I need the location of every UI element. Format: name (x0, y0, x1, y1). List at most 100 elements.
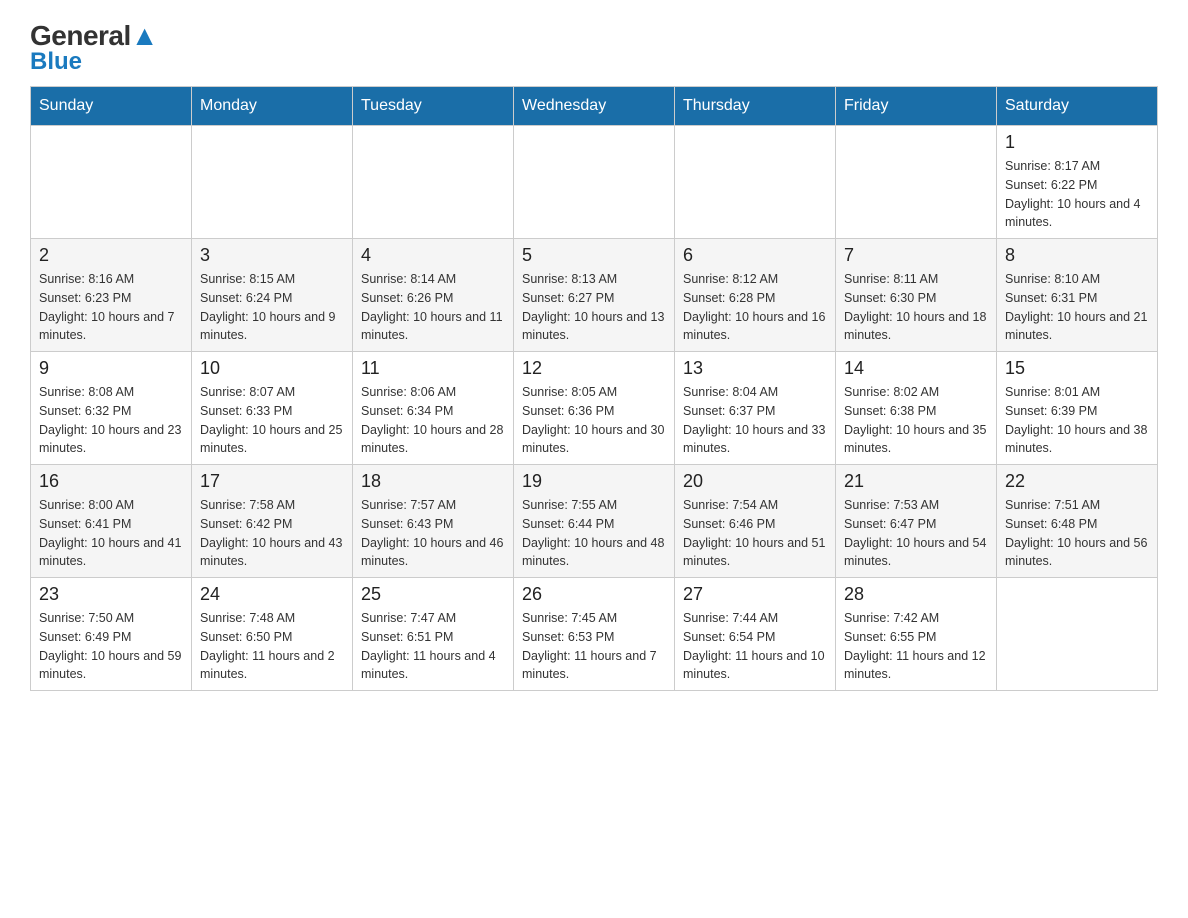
calendar-cell: 24 Sunrise: 7:48 AM Sunset: 6:50 PM Dayli… (192, 578, 353, 691)
day-number: 15 (1005, 358, 1149, 379)
page-header: General▲ Blue (30, 20, 1158, 76)
weekday-header-thursday: Thursday (675, 87, 836, 126)
day-info: Sunrise: 8:16 AM Sunset: 6:23 PM Dayligh… (39, 270, 183, 345)
day-number: 8 (1005, 245, 1149, 266)
day-info: Sunrise: 8:17 AM Sunset: 6:22 PM Dayligh… (1005, 157, 1149, 232)
calendar-week-1: 1 Sunrise: 8:17 AM Sunset: 6:22 PM Daylig… (31, 126, 1158, 239)
day-number: 11 (361, 358, 505, 379)
day-info: Sunrise: 8:00 AM Sunset: 6:41 PM Dayligh… (39, 496, 183, 571)
day-info: Sunrise: 7:44 AM Sunset: 6:54 PM Dayligh… (683, 609, 827, 684)
day-number: 10 (200, 358, 344, 379)
calendar-cell: 26 Sunrise: 7:45 AM Sunset: 6:53 PM Dayli… (514, 578, 675, 691)
day-info: Sunrise: 8:06 AM Sunset: 6:34 PM Dayligh… (361, 383, 505, 458)
day-info: Sunrise: 7:53 AM Sunset: 6:47 PM Dayligh… (844, 496, 988, 571)
day-info: Sunrise: 8:15 AM Sunset: 6:24 PM Dayligh… (200, 270, 344, 345)
calendar-cell: 1 Sunrise: 8:17 AM Sunset: 6:22 PM Daylig… (997, 126, 1158, 239)
day-number: 5 (522, 245, 666, 266)
day-number: 13 (683, 358, 827, 379)
day-info: Sunrise: 8:11 AM Sunset: 6:30 PM Dayligh… (844, 270, 988, 345)
calendar-cell: 27 Sunrise: 7:44 AM Sunset: 6:54 PM Dayli… (675, 578, 836, 691)
day-number: 19 (522, 471, 666, 492)
calendar-cell: 20 Sunrise: 7:54 AM Sunset: 6:46 PM Dayli… (675, 465, 836, 578)
weekday-header-wednesday: Wednesday (514, 87, 675, 126)
day-number: 9 (39, 358, 183, 379)
calendar-cell: 13Sunrise: 8:04 AM Sunset: 6:37 PM Dayli… (675, 352, 836, 465)
logo-blue: Blue (30, 48, 82, 76)
calendar-cell: 15 Sunrise: 8:01 AM Sunset: 6:39 PM Dayli… (997, 352, 1158, 465)
calendar-cell: 16 Sunrise: 8:00 AM Sunset: 6:41 PM Dayli… (31, 465, 192, 578)
calendar-cell: 19 Sunrise: 7:55 AM Sunset: 6:44 PM Dayli… (514, 465, 675, 578)
calendar-cell (192, 126, 353, 239)
calendar-cell (997, 578, 1158, 691)
calendar-week-3: 9Sunrise: 8:08 AM Sunset: 6:32 PM Daylig… (31, 352, 1158, 465)
day-number: 6 (683, 245, 827, 266)
weekday-header-monday: Monday (192, 87, 353, 126)
day-number: 3 (200, 245, 344, 266)
weekday-header-sunday: Sunday (31, 87, 192, 126)
calendar-cell: 10 Sunrise: 8:07 AM Sunset: 6:33 PM Dayli… (192, 352, 353, 465)
day-number: 25 (361, 584, 505, 605)
calendar-week-2: 2 Sunrise: 8:16 AM Sunset: 6:23 PM Daylig… (31, 239, 1158, 352)
day-info: Sunrise: 8:12 AM Sunset: 6:28 PM Dayligh… (683, 270, 827, 345)
day-number: 21 (844, 471, 988, 492)
calendar-cell: 7 Sunrise: 8:11 AM Sunset: 6:30 PM Daylig… (836, 239, 997, 352)
calendar-cell (514, 126, 675, 239)
calendar-cell: 11 Sunrise: 8:06 AM Sunset: 6:34 PM Dayli… (353, 352, 514, 465)
day-info: Sunrise: 8:13 AM Sunset: 6:27 PM Dayligh… (522, 270, 666, 345)
calendar-cell: 6 Sunrise: 8:12 AM Sunset: 6:28 PM Daylig… (675, 239, 836, 352)
day-number: 28 (844, 584, 988, 605)
day-number: 1 (1005, 132, 1149, 153)
calendar-week-5: 23Sunrise: 7:50 AM Sunset: 6:49 PM Dayli… (31, 578, 1158, 691)
day-info: Sunrise: 8:10 AM Sunset: 6:31 PM Dayligh… (1005, 270, 1149, 345)
day-number: 16 (39, 471, 183, 492)
day-info: Sunrise: 7:55 AM Sunset: 6:44 PM Dayligh… (522, 496, 666, 571)
day-number: 7 (844, 245, 988, 266)
calendar-week-4: 16 Sunrise: 8:00 AM Sunset: 6:41 PM Dayli… (31, 465, 1158, 578)
calendar-cell: 9Sunrise: 8:08 AM Sunset: 6:32 PM Daylig… (31, 352, 192, 465)
calendar-cell: 14 Sunrise: 8:02 AM Sunset: 6:38 PM Dayli… (836, 352, 997, 465)
calendar-cell (353, 126, 514, 239)
day-info: Sunrise: 7:42 AM Sunset: 6:55 PM Dayligh… (844, 609, 988, 684)
day-info: Sunrise: 8:07 AM Sunset: 6:33 PM Dayligh… (200, 383, 344, 458)
calendar-cell: 25 Sunrise: 7:47 AM Sunset: 6:51 PM Dayli… (353, 578, 514, 691)
day-info: Sunrise: 7:54 AM Sunset: 6:46 PM Dayligh… (683, 496, 827, 571)
day-info: Sunrise: 8:05 AM Sunset: 6:36 PM Dayligh… (522, 383, 666, 458)
weekday-header-row: SundayMondayTuesdayWednesdayThursdayFrid… (31, 87, 1158, 126)
logo: General▲ Blue (30, 20, 158, 76)
calendar-cell: 4Sunrise: 8:14 AM Sunset: 6:26 PM Daylig… (353, 239, 514, 352)
day-number: 2 (39, 245, 183, 266)
calendar-cell: 28 Sunrise: 7:42 AM Sunset: 6:55 PM Dayli… (836, 578, 997, 691)
day-number: 14 (844, 358, 988, 379)
day-number: 20 (683, 471, 827, 492)
day-info: Sunrise: 7:47 AM Sunset: 6:51 PM Dayligh… (361, 609, 505, 684)
logo-triangle-icon: ▲ (131, 20, 158, 51)
calendar-cell (675, 126, 836, 239)
day-number: 12 (522, 358, 666, 379)
day-number: 4 (361, 245, 505, 266)
day-number: 26 (522, 584, 666, 605)
calendar-table: SundayMondayTuesdayWednesdayThursdayFrid… (30, 86, 1158, 691)
calendar-cell: 18 Sunrise: 7:57 AM Sunset: 6:43 PM Dayli… (353, 465, 514, 578)
calendar-cell: 8 Sunrise: 8:10 AM Sunset: 6:31 PM Daylig… (997, 239, 1158, 352)
day-info: Sunrise: 8:01 AM Sunset: 6:39 PM Dayligh… (1005, 383, 1149, 458)
day-number: 27 (683, 584, 827, 605)
day-info: Sunrise: 7:57 AM Sunset: 6:43 PM Dayligh… (361, 496, 505, 571)
day-number: 24 (200, 584, 344, 605)
calendar-cell: 12 Sunrise: 8:05 AM Sunset: 6:36 PM Dayli… (514, 352, 675, 465)
calendar-cell: 3 Sunrise: 8:15 AM Sunset: 6:24 PM Daylig… (192, 239, 353, 352)
weekday-header-saturday: Saturday (997, 87, 1158, 126)
day-number: 18 (361, 471, 505, 492)
calendar-cell (31, 126, 192, 239)
day-info: Sunrise: 7:45 AM Sunset: 6:53 PM Dayligh… (522, 609, 666, 684)
day-info: Sunrise: 7:48 AM Sunset: 6:50 PM Dayligh… (200, 609, 344, 684)
day-info: Sunrise: 7:51 AM Sunset: 6:48 PM Dayligh… (1005, 496, 1149, 571)
calendar-cell: 21 Sunrise: 7:53 AM Sunset: 6:47 PM Dayli… (836, 465, 997, 578)
calendar-cell: 5 Sunrise: 8:13 AM Sunset: 6:27 PM Daylig… (514, 239, 675, 352)
day-info: Sunrise: 8:02 AM Sunset: 6:38 PM Dayligh… (844, 383, 988, 458)
day-number: 22 (1005, 471, 1149, 492)
weekday-header-friday: Friday (836, 87, 997, 126)
day-number: 17 (200, 471, 344, 492)
calendar-cell: 22 Sunrise: 7:51 AM Sunset: 6:48 PM Dayli… (997, 465, 1158, 578)
calendar-cell: 2 Sunrise: 8:16 AM Sunset: 6:23 PM Daylig… (31, 239, 192, 352)
weekday-header-tuesday: Tuesday (353, 87, 514, 126)
